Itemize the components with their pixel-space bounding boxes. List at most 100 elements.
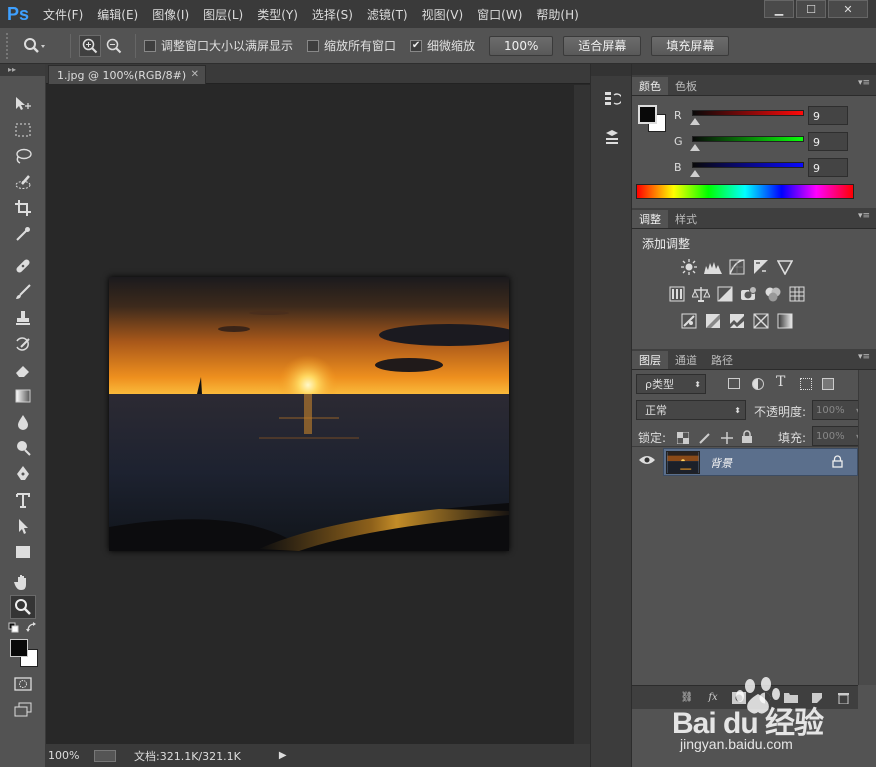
red-slider-track[interactable] <box>692 110 804 116</box>
gradient-map-icon[interactable] <box>776 313 794 329</box>
minimize-button[interactable]: ▁ <box>764 0 794 18</box>
tab-adjustments[interactable]: 调整 <box>632 210 668 228</box>
document-tab[interactable]: 1.jpg @ 100%(RGB/8#) ✕ <box>48 65 206 84</box>
brush-tool[interactable] <box>10 280 36 304</box>
type-tool[interactable] <box>10 488 36 512</box>
new-group-icon[interactable] <box>782 691 800 705</box>
color-lookup-icon[interactable] <box>788 286 806 302</box>
clone-stamp-tool[interactable] <box>10 306 36 330</box>
tab-channels[interactable]: 通道 <box>668 351 704 369</box>
tab-color[interactable]: 颜色 <box>632 77 668 95</box>
filter-adjust-icon[interactable] <box>752 378 764 390</box>
red-value-input[interactable]: 9 <box>808 106 848 125</box>
color-spectrum[interactable] <box>636 184 854 199</box>
menu-view[interactable]: 视图(V) <box>415 6 471 23</box>
fill-input[interactable]: 100%▾ <box>812 426 864 446</box>
vibrance-icon[interactable] <box>776 259 794 275</box>
status-menu-arrow-icon[interactable]: ▶ <box>279 750 287 761</box>
maximize-button[interactable]: ☐ <box>796 0 826 18</box>
panel-menu-icon[interactable]: ▾≡ <box>858 211 870 221</box>
layer-filter-kind-select[interactable]: ρ类型 ⬍ <box>636 374 706 394</box>
trash-icon[interactable] <box>834 691 852 705</box>
tab-styles[interactable]: 样式 <box>668 210 704 228</box>
menu-help[interactable]: 帮助(H) <box>529 6 585 23</box>
marquee-tool[interactable] <box>10 118 36 142</box>
menu-edit[interactable]: 编辑(E) <box>90 6 145 23</box>
zoom-level[interactable]: 100% <box>46 749 94 762</box>
close-button[interactable]: ✕ <box>828 0 868 18</box>
blur-tool[interactable] <box>10 410 36 434</box>
fill-screen-button[interactable]: 填充屏幕 <box>651 35 730 56</box>
menu-type[interactable]: 类型(Y) <box>250 6 305 23</box>
blend-mode-select[interactable]: 正常 ⬍ <box>636 400 746 420</box>
tab-paths[interactable]: 路径 <box>704 351 740 369</box>
sunset-photo[interactable] <box>109 277 509 551</box>
tab-layers[interactable]: 图层 <box>632 351 668 369</box>
history-panel-button[interactable] <box>601 88 623 110</box>
pen-tool[interactable] <box>10 462 36 486</box>
photo-filter-icon[interactable] <box>740 286 758 302</box>
invert-icon[interactable] <box>680 313 698 329</box>
new-layer-icon[interactable] <box>808 691 826 705</box>
tab-swatches[interactable]: 色板 <box>668 77 704 95</box>
menu-window[interactable]: 窗口(W) <box>470 6 529 23</box>
threshold-icon[interactable] <box>728 313 746 329</box>
lasso-tool[interactable] <box>10 144 36 168</box>
foreground-color-swatch[interactable] <box>10 639 28 657</box>
green-value-input[interactable]: 9 <box>808 132 848 151</box>
blue-slider-knob[interactable] <box>690 170 700 177</box>
fit-screen-button[interactable]: 适合屏幕 <box>563 35 642 56</box>
color-balance-icon[interactable] <box>692 286 710 302</box>
filter-type-icon[interactable]: T <box>776 374 785 390</box>
crop-tool[interactable] <box>10 196 36 220</box>
menu-image[interactable]: 图像(I) <box>145 6 196 23</box>
default-colors-icon[interactable] <box>8 622 20 634</box>
lock-pixels-icon[interactable] <box>698 431 712 445</box>
scrubby-zoom-checkbox[interactable]: ✔ 细微缩放 <box>410 37 475 54</box>
blue-value-input[interactable]: 9 <box>808 158 848 177</box>
actual-pixels-button[interactable]: 100% <box>489 35 554 56</box>
exposure-icon[interactable] <box>752 259 770 275</box>
hue-saturation-icon[interactable] <box>668 286 686 302</box>
rectangle-tool[interactable] <box>10 540 36 564</box>
vertical-scrollbar[interactable] <box>574 85 590 744</box>
menu-filter[interactable]: 滤镜(T) <box>360 6 415 23</box>
tool-preset-picker[interactable] <box>22 37 62 55</box>
menu-select[interactable]: 选择(S) <box>305 6 360 23</box>
screen-mode-button[interactable] <box>10 698 36 722</box>
selective-color-icon[interactable] <box>752 313 770 329</box>
layers-scrollbar[interactable] <box>858 370 876 685</box>
posterize-icon[interactable] <box>704 313 722 329</box>
zoom-all-windows-checkbox[interactable]: 缩放所有窗口 <box>307 37 396 54</box>
link-layers-icon[interactable]: ⛓ <box>678 691 696 705</box>
swap-colors-icon[interactable] <box>26 622 38 634</box>
green-slider-knob[interactable] <box>690 144 700 151</box>
curves-icon[interactable] <box>728 259 746 275</box>
properties-panel-button[interactable] <box>601 126 623 148</box>
dodge-tool[interactable] <box>10 436 36 460</box>
new-adjustment-layer-icon[interactable] <box>756 691 774 705</box>
opacity-input[interactable]: 100%▾ <box>812 400 864 420</box>
dock-header[interactable] <box>632 64 876 75</box>
blue-slider-track[interactable] <box>692 162 804 168</box>
checkbox-box[interactable] <box>144 39 156 52</box>
channel-mixer-icon[interactable] <box>764 286 782 302</box>
eyedropper-tool[interactable] <box>10 222 36 246</box>
lock-transparent-icon[interactable] <box>676 431 690 445</box>
layer-row-background[interactable]: 背景 <box>663 448 858 476</box>
black-white-icon[interactable] <box>716 286 734 302</box>
zoom-in-button[interactable] <box>79 34 101 57</box>
filter-smart-icon[interactable] <box>822 378 834 390</box>
checkbox-box-checked[interactable]: ✔ <box>410 39 423 52</box>
color-swap-controls[interactable] <box>8 622 38 634</box>
toolbox-header[interactable]: ▸▸ <box>0 64 45 76</box>
filter-shape-icon[interactable] <box>800 378 812 390</box>
canvas[interactable] <box>46 85 574 744</box>
close-tab-icon[interactable]: ✕ <box>191 69 199 80</box>
move-tool[interactable] <box>10 92 36 116</box>
checkbox-box[interactable] <box>307 39 320 52</box>
healing-brush-tool[interactable] <box>10 254 36 278</box>
layer-visibility-eye-icon[interactable] <box>638 454 656 466</box>
quick-mask-button[interactable] <box>10 672 36 696</box>
menu-layer[interactable]: 图层(L) <box>196 6 250 23</box>
